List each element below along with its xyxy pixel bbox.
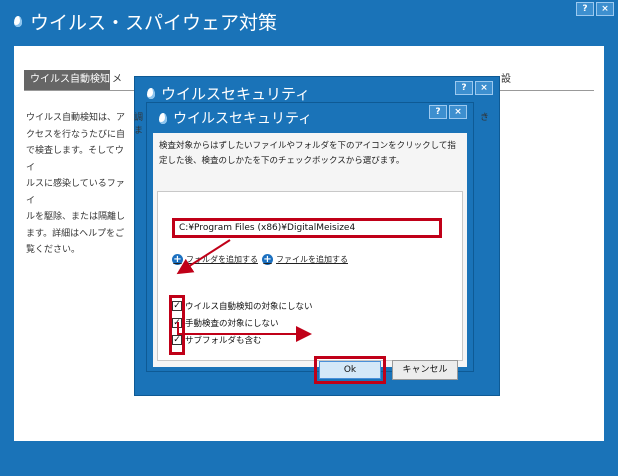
- add-file-link[interactable]: + ファイルを追加する: [262, 254, 348, 265]
- middle-close-button[interactable]: ×: [475, 81, 493, 95]
- exclusion-panel: C:¥Program Files (x86)¥DigitalMeisize4 +…: [157, 191, 463, 384]
- exclusion-dialog: ウイルスセキュリティ ? × 検査対象からはずしたいファイルやフォルダを下のアイ…: [146, 102, 474, 384]
- checkbox-subfolders-row[interactable]: ✓ サブフォルダも含む: [172, 334, 262, 346]
- checkbox-highlight-box: [169, 295, 185, 355]
- tab-partial[interactable]: メ: [112, 70, 122, 90]
- instruction-text: 検査対象からはずしたいファイルやフォルダを下のアイコンをクリックして指定した後、…: [159, 141, 456, 166]
- app-logo-icon: [159, 112, 167, 124]
- middle-partial-text: ま: [134, 126, 144, 136]
- outer-titlebar: ウイルス・スパイウェア対策 ? ×: [0, 0, 618, 46]
- tab-settings-partial[interactable]: 設: [501, 70, 511, 90]
- exclusion-path-field[interactable]: C:¥Program Files (x86)¥DigitalMeisize4: [172, 218, 442, 238]
- ok-button-highlight: Ok: [314, 356, 386, 384]
- plus-icon: +: [172, 254, 183, 265]
- exclusion-dialog-title: ウイルスセキュリティ: [159, 108, 312, 128]
- middle-help-button[interactable]: ?: [455, 81, 473, 95]
- checkbox-auto-detect-row[interactable]: ✓ ウイルス自動検知の対象にしない: [172, 300, 313, 312]
- plus-icon: +: [262, 254, 273, 265]
- description-text: ウイルス自動検知は、ア クセスを行なうたびに自 で検査します。そしてウイ ルスに…: [26, 113, 126, 255]
- inner-help-button[interactable]: ?: [429, 105, 447, 119]
- app-logo-icon: [147, 88, 155, 99]
- middle-partial-text: 調: [134, 113, 144, 123]
- outer-help-button[interactable]: ?: [576, 2, 594, 16]
- checkbox-manual-scan-row[interactable]: ✓ 手動検査の対象にしない: [172, 317, 279, 329]
- outer-window-title: ウイルス・スパイウェア対策: [14, 8, 277, 35]
- inner-close-button[interactable]: ×: [449, 105, 467, 119]
- outer-close-button[interactable]: ×: [596, 2, 614, 16]
- ok-button[interactable]: Ok: [319, 361, 381, 379]
- middle-dialog-title: ウイルスセキュリティ: [147, 83, 310, 104]
- exclusion-dialog-body: 検査対象からはずしたいファイルやフォルダを下のアイコンをクリックして指定した後、…: [153, 133, 467, 384]
- tab-auto-detect[interactable]: ウイルス自動検知: [24, 70, 110, 90]
- bottom-bar: [0, 441, 618, 476]
- cancel-button[interactable]: キャンセル: [392, 360, 458, 380]
- app-logo-icon: [14, 16, 22, 27]
- add-folder-link[interactable]: + フォルダを追加する: [172, 254, 258, 265]
- middle-partial-text: き: [480, 113, 490, 123]
